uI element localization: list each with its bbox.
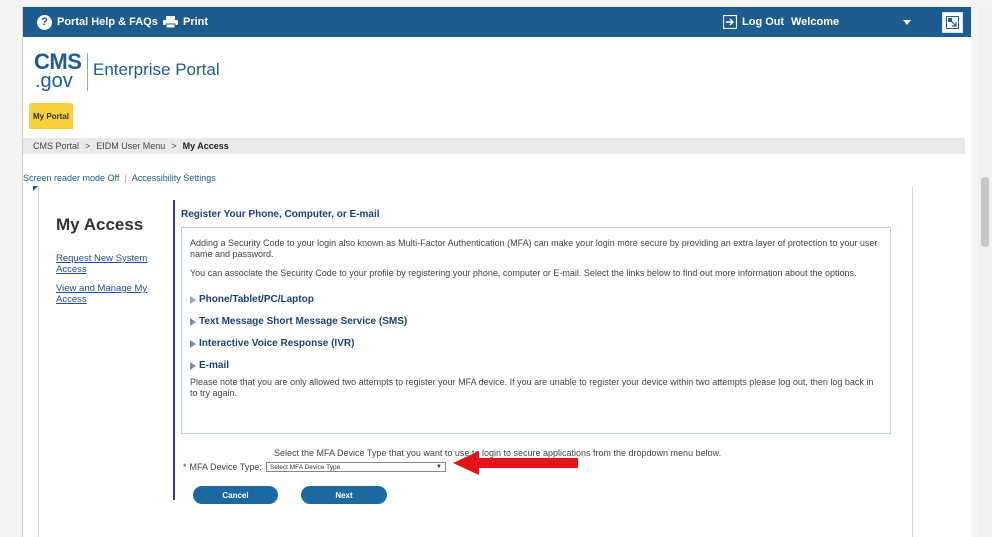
logo-gov: .gov [35, 70, 73, 92]
option-label: Text Message Short Message Service (SMS) [199, 316, 408, 327]
mfa-device-label: MFA Device Type: [189, 462, 262, 472]
sidebar: My Access Request New System Access View… [56, 215, 166, 305]
mfa-options-intro: You can associate the Security Code to y… [190, 268, 857, 278]
mfa-description: Adding a Security Code to your login als… [190, 238, 878, 259]
screen-reader-toggle[interactable]: Screen reader mode Off [23, 173, 119, 183]
mfa-device-row: * MFA Device Type: Select MFA Device Typ… [183, 462, 446, 472]
breadcrumb-current: My Access [182, 141, 229, 151]
triangle-right-icon [190, 361, 196, 370]
sidebar-link-request-access[interactable]: Request New System Access [56, 253, 166, 275]
option-label: E-mail [199, 360, 230, 371]
logout-icon [723, 15, 737, 29]
cancel-button[interactable]: Cancel [193, 486, 278, 504]
option-sms[interactable]: Text Message Short Message Service (SMS) [190, 316, 882, 327]
option-label: Interactive Voice Response (IVR) [199, 338, 355, 349]
breadcrumb-eidm-menu[interactable]: EIDM User Menu [96, 141, 165, 151]
option-ivr[interactable]: Interactive Voice Response (IVR) [190, 338, 882, 349]
print-link[interactable]: Print [163, 7, 208, 37]
logout-label: Log Out [742, 16, 785, 28]
help-faq-link[interactable]: ? Portal Help & FAQs [37, 7, 158, 37]
welcome-label: Welcome [791, 16, 840, 28]
section-title: Register Your Phone, Computer, or E-mail [181, 209, 380, 220]
accessibility-settings-link[interactable]: Accessibility Settings [132, 173, 216, 183]
breadcrumb-cms-portal[interactable]: CMS Portal [33, 141, 79, 151]
sidebar-link-view-manage[interactable]: View and Manage My Access [56, 283, 166, 305]
breadcrumb-separator: > [85, 141, 91, 151]
help-label: Portal Help & FAQs [57, 16, 158, 28]
scrollbar-thumb[interactable] [981, 177, 989, 247]
expand-button[interactable] [942, 12, 963, 33]
top-bar: ? Portal Help & FAQs Print Log Out Welco… [23, 7, 971, 37]
triangle-right-icon [190, 339, 196, 348]
printer-icon [163, 16, 178, 28]
accessibility-bar: Screen reader mode Off | Accessibility S… [23, 173, 216, 183]
logout-link[interactable]: Log Out [723, 7, 784, 37]
triangle-right-icon [190, 317, 196, 326]
expand-icon [946, 16, 959, 29]
portal-title: Enterprise Portal [93, 60, 220, 79]
content-divider [173, 200, 175, 500]
print-label: Print [183, 16, 209, 28]
cms-gov-logo[interactable]: CMS .gov [34, 51, 86, 93]
attempts-note: Please note that you are only allowed tw… [190, 377, 874, 398]
help-icon: ? [37, 14, 52, 30]
sidebar-title: My Access [56, 215, 144, 234]
red-arrow-icon [453, 451, 578, 475]
info-box: Adding a Security Code to your login als… [181, 227, 891, 434]
tab-my-portal[interactable]: My Portal [29, 103, 73, 129]
mfa-select-value: Select MFA Device Type [269, 463, 341, 471]
option-email[interactable]: E-mail [190, 360, 882, 371]
triangle-right-icon [190, 295, 196, 304]
next-button[interactable]: Next [301, 486, 387, 504]
breadcrumb-separator: > [171, 141, 177, 151]
dropdown-arrow-icon: ▼ [435, 464, 442, 470]
chevron-down-icon[interactable] [903, 20, 911, 25]
logo-divider [87, 53, 88, 91]
mfa-device-select[interactable]: Select MFA Device Type ▼ [265, 462, 446, 472]
scrollbar[interactable] [978, 7, 992, 537]
breadcrumb: CMS Portal > EIDM User Menu > My Access [23, 138, 965, 154]
option-label: Phone/Tablet/PC/Laptop [199, 294, 314, 305]
required-marker: * [183, 462, 187, 472]
browser-frame: ? Portal Help & FAQs Print Log Out Welco… [22, 7, 971, 537]
a11y-divider: | [124, 173, 127, 183]
option-phone-tablet-pc[interactable]: Phone/Tablet/PC/Laptop [190, 294, 882, 305]
